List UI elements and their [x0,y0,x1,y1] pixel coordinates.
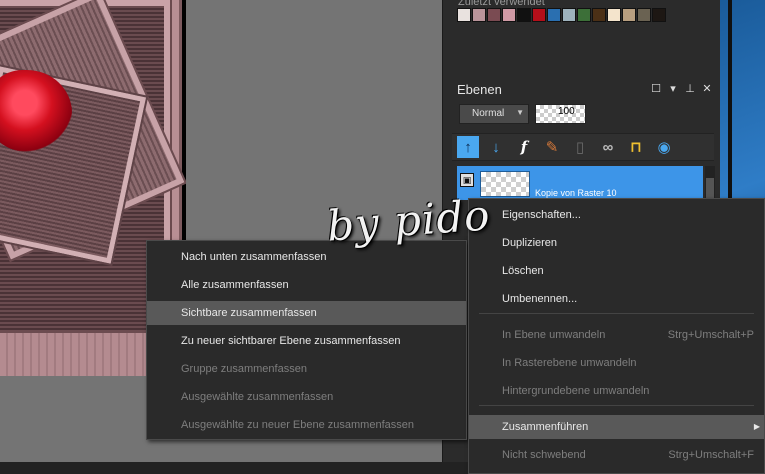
menu-item-label: Eigenschaften... [502,209,581,221]
maximize-icon[interactable]: ☐ [650,82,662,95]
menu-item[interactable]: Gruppe zusammenfassen [147,357,466,381]
menu-item-label: Zu neuer sichtbarer Ebene zusammenfassen [181,335,401,347]
opacity-field[interactable]: 100 [535,104,586,124]
menu-item[interactable]: Ausgewählte zu neuer Ebene zusammenfasse… [147,413,466,437]
menu-item[interactable]: In Rasterebene umwandeln [469,351,764,375]
menu-item-label: In Ebene umwandeln [502,329,606,341]
menu-item[interactable]: Hintergrundebene umwandeln [469,379,764,403]
menu-item[interactable]: Löschen [469,259,764,283]
visibility-icon[interactable]: ◉ [653,136,675,158]
color-swatch[interactable] [637,8,651,22]
menu-item-shortcut: Strg+Umschalt+P [667,329,754,341]
menu-item[interactable]: Nicht schwebend Strg+Umschalt+F [469,443,764,467]
color-swatch[interactable] [592,8,606,22]
menu-item[interactable]: Ausgewählte zusammenfassen [147,385,466,409]
move-layer-down-icon[interactable]: ↓ [485,136,507,158]
color-swatch[interactable] [502,8,516,22]
menu-item[interactable]: Sichtbare zusammenfassen [147,301,466,325]
panel-controls: ☐ ▾ ⊥ ✕ [650,82,713,95]
menu-item-label: Alle zusammenfassen [181,279,289,291]
recent-colors-swatches [457,8,666,22]
menu-item[interactable]: Umbenennen... [469,287,764,311]
color-swatch[interactable] [562,8,576,22]
opacity-value: 100 [558,106,575,117]
link-icon[interactable]: ∞ [597,136,619,158]
layers-panel-title: Ebenen [457,82,502,97]
menu-item[interactable]: Duplizieren [469,231,764,255]
color-swatch[interactable] [622,8,636,22]
recent-colors-label: Zuletzt verwendet [458,0,545,8]
color-swatch[interactable] [547,8,561,22]
menu-separator [479,405,754,406]
blend-mode-select[interactable]: Normal ▼ [459,104,529,124]
merge-submenu: Nach unten zusammenfassen Alle zusammenfa… [146,240,467,440]
menu-item[interactable]: Nach unten zusammenfassen [147,245,466,269]
menu-item-label: Nicht schwebend [502,449,586,461]
color-swatch[interactable] [517,8,531,22]
pin-icon[interactable]: ⊥ [684,82,696,95]
layers-toolbar: ↑ ↓ f ✎ ▯ ∞ ⊓ ◉ [452,133,714,161]
menu-item-label: Löschen [502,265,544,277]
color-swatch[interactable] [607,8,621,22]
layer-row[interactable]: ▣ Kopie von Raster 10 [457,166,703,200]
brush-icon[interactable]: ✎ [541,136,563,158]
color-swatch[interactable] [652,8,666,22]
menu-item-label: Ausgewählte zu neuer Ebene zusammenfasse… [181,419,414,431]
menu-item-label: Hintergrundebene umwandeln [502,385,650,397]
menu-item-label: Sichtbare zusammenfassen [181,307,317,319]
menu-separator [479,313,754,314]
move-layer-up-icon[interactable]: ↑ [457,136,479,158]
mask-icon[interactable]: ▯ [569,136,591,158]
menu-item[interactable]: Zu neuer sichtbarer Ebene zusammenfassen [147,329,466,353]
menu-item-label: Umbenennen... [502,293,578,305]
menu-item[interactable]: Eigenschaften... [469,203,764,227]
menu-item[interactable]: Zusammenführen ▶ [469,415,764,439]
panel-menu-icon[interactable]: ▾ [667,82,679,95]
layer-context-menu: Eigenschaften... Duplizieren Löschen Umbene… [468,198,765,474]
color-swatch[interactable] [487,8,501,22]
chevron-down-icon: ▼ [516,108,524,117]
menu-item-shortcut: Strg+Umschalt+F [668,449,754,461]
color-swatch[interactable] [577,8,591,22]
layer-effects-icon[interactable]: f [513,136,535,158]
menu-item-label: Nach unten zusammenfassen [181,251,327,263]
layer-type-icon: ▣ [460,173,474,187]
submenu-arrow-icon: ▶ [753,422,760,431]
menu-item[interactable]: In Ebene umwandeln Strg+Umschalt+P [469,323,764,347]
close-icon[interactable]: ✕ [701,82,713,95]
color-swatch[interactable] [472,8,486,22]
menu-item-label: Ausgewählte zusammenfassen [181,391,334,403]
layer-name: Kopie von Raster 10 [535,188,617,198]
lock-icon[interactable]: ⊓ [625,136,647,158]
color-swatch[interactable] [532,8,546,22]
menu-item-label: In Rasterebene umwandeln [502,357,637,369]
menu-item-label: Gruppe zusammenfassen [181,363,307,375]
blend-mode-value: Normal [472,108,505,119]
menu-item[interactable]: Alle zusammenfassen [147,273,466,297]
color-swatch[interactable] [457,8,471,22]
menu-item-label: Duplizieren [502,237,558,249]
menu-item-label: Zusammenführen [502,421,589,433]
